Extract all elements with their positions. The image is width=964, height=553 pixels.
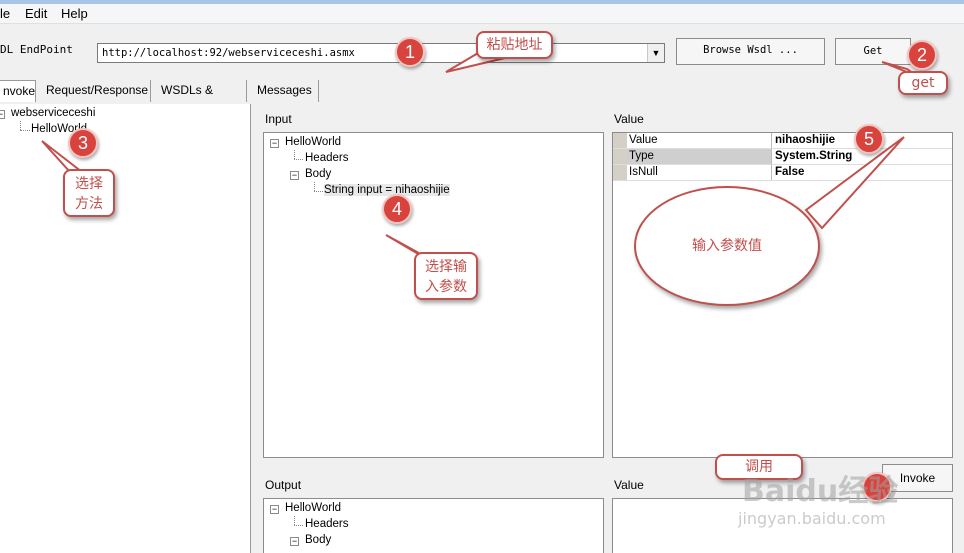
step-2-badge: 2 xyxy=(907,40,937,70)
callout-select-param: 选择输 入参数 xyxy=(414,252,478,300)
callout-pointer xyxy=(804,136,905,230)
callout-select-method: 选择 方法 xyxy=(63,169,115,217)
baidu-watermark-logo: Baidu经验 xyxy=(742,474,899,509)
step-3-badge: 3 xyxy=(68,128,98,158)
callout-get: get xyxy=(898,71,948,95)
step-5-badge: 5 xyxy=(854,124,884,154)
step-4-badge: 4 xyxy=(382,194,412,224)
callout-paste-address: 粘贴地址 xyxy=(476,31,553,59)
callout-enter-value: 输入参数值 xyxy=(634,186,820,306)
step-1-badge: 1 xyxy=(395,37,425,67)
baidu-watermark-url: jingyan.baidu.com xyxy=(738,509,886,528)
